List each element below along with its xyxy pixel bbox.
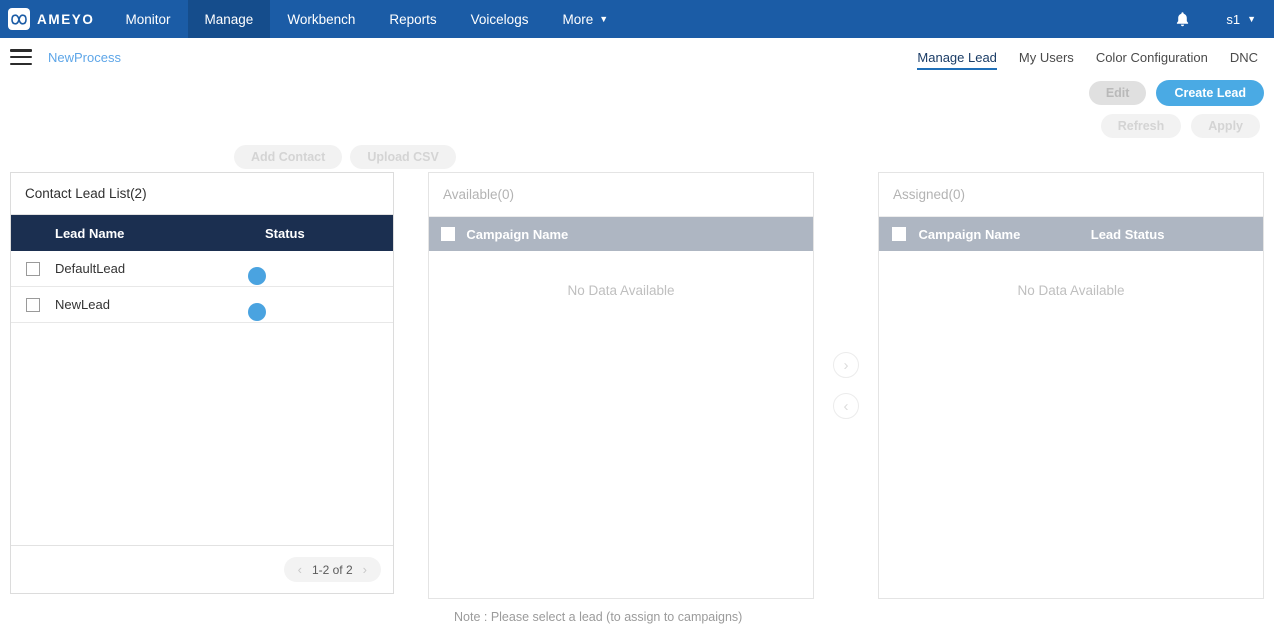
edit-button[interactable]: Edit <box>1088 80 1147 106</box>
create-lead-button[interactable]: Create Lead <box>1156 79 1264 107</box>
main-content: Contact Lead List(2) Lead Name Status De… <box>0 172 1274 599</box>
available-table-header: Campaign Name <box>429 217 813 251</box>
ameyo-infinity-logo-icon <box>8 8 30 30</box>
lead-table-footer: ‹ 1-2 of 2 › <box>11 545 393 593</box>
nav-item-workbench[interactable]: Workbench <box>270 0 372 38</box>
nav-item-label: More <box>562 11 594 27</box>
column-header-lead-status: Lead Status <box>1090 226 1165 242</box>
panel-title: Assigned(0) <box>879 173 1263 217</box>
nav-item-monitor[interactable]: Monitor <box>109 0 188 38</box>
select-all-checkbox[interactable] <box>891 227 906 241</box>
upload-csv-button[interactable]: Upload CSV <box>350 144 456 170</box>
primary-actions-row: Edit Create Lead <box>0 76 1274 110</box>
nav-item-label: Voicelogs <box>470 11 529 27</box>
nav-item-label: Reports <box>389 11 437 27</box>
tab-label: Manage Lead <box>917 49 997 65</box>
lead-table-header: Lead Name Status <box>11 215 393 251</box>
assigned-table-header: Campaign Name Lead Status <box>879 217 1263 251</box>
table-row[interactable]: NewLead <box>11 287 393 323</box>
nav-item-label: Manage <box>204 11 254 27</box>
tab-label: My Users <box>1018 49 1074 65</box>
add-contact-button[interactable]: Add Contact <box>234 144 343 170</box>
header-select-cell <box>429 227 466 241</box>
nav-item-label: Monitor <box>125 11 171 27</box>
secondary-actions-row: Refresh Apply <box>0 110 1274 142</box>
lead-table-body: DefaultLead NewLead <box>11 251 393 545</box>
tab-dnc[interactable]: DNC <box>1230 38 1258 76</box>
column-header-status: Status <box>265 225 305 241</box>
tab-manage-lead[interactable]: Manage Lead <box>917 38 997 76</box>
nav-item-more[interactable]: More ▼ <box>545 0 625 38</box>
campaign-transfer-area: Available(0) Campaign Name No Data Avail… <box>428 172 1264 599</box>
cell-lead-name: DefaultLead <box>55 261 126 276</box>
chevron-down-icon: ▼ <box>599 14 609 24</box>
topbar-right-group: s1 ▼ <box>1149 0 1274 38</box>
brand-name: AMEYO <box>37 11 95 27</box>
available-campaigns-panel: Available(0) Campaign Name No Data Avail… <box>428 172 814 599</box>
panel-title: Available(0) <box>429 173 813 217</box>
assigned-empty-state: No Data Available <box>1017 283 1125 298</box>
user-menu[interactable]: s1 ▼ <box>1216 12 1274 27</box>
tab-label: DNC <box>1229 49 1258 65</box>
panel-title: Contact Lead List(2) <box>11 173 393 215</box>
contact-lead-list-panel: Contact Lead List(2) Lead Name Status De… <box>10 172 394 594</box>
available-empty-state: No Data Available <box>567 283 675 298</box>
row-checkbox-cell <box>11 261 55 276</box>
contact-actions-row: Add Contact Upload CSV <box>0 142 1274 172</box>
nav-item-manage[interactable]: Manage <box>187 0 271 38</box>
column-header-lead-name: Lead Name <box>55 225 125 241</box>
brand-logo: AMEYO <box>0 0 109 38</box>
row-checkbox-cell <box>11 297 55 312</box>
assigned-campaigns-panel: Assigned(0) Campaign Name Lead Status No… <box>878 172 1264 599</box>
select-all-checkbox[interactable] <box>440 227 455 241</box>
hamburger-menu-icon[interactable] <box>10 49 32 65</box>
tab-label: Color Configuration <box>1095 49 1208 65</box>
user-name-label: s1 <box>1226 11 1241 27</box>
row-checkbox[interactable] <box>26 297 40 312</box>
header-select-cell <box>879 227 918 241</box>
pagination-prev-icon[interactable]: ‹ <box>298 562 302 577</box>
sub-tab-group: Manage Lead My Users Color Configuration… <box>917 38 1258 76</box>
apply-button[interactable]: Apply <box>1191 113 1260 139</box>
chevron-down-icon: ▼ <box>1247 14 1256 24</box>
unassign-left-button[interactable]: ‹ <box>833 393 859 419</box>
nav-item-reports[interactable]: Reports <box>372 0 453 38</box>
sub-navigation-bar: NewProcess Manage Lead My Users Color Co… <box>0 38 1274 76</box>
row-checkbox[interactable] <box>26 261 40 276</box>
transfer-controls: › ‹ <box>814 172 878 599</box>
pagination-next-icon[interactable]: › <box>363 562 367 577</box>
tab-color-configuration[interactable]: Color Configuration <box>1096 38 1208 76</box>
top-navigation-bar: AMEYO Monitor Manage Workbench Reports V… <box>0 0 1274 38</box>
column-header-campaign-name: Campaign Name <box>918 226 1021 242</box>
pagination-range-label: 1-2 of 2 <box>311 562 353 577</box>
column-header-campaign-name: Campaign Name <box>466 226 569 242</box>
tab-my-users[interactable]: My Users <box>1019 38 1074 76</box>
table-row[interactable]: DefaultLead <box>11 251 393 287</box>
assign-right-button[interactable]: › <box>833 352 859 378</box>
nav-item-voicelogs[interactable]: Voicelogs <box>454 0 546 38</box>
notification-bell-icon[interactable] <box>1149 11 1216 28</box>
breadcrumb[interactable]: NewProcess <box>48 50 121 65</box>
refresh-button[interactable]: Refresh <box>1100 113 1182 139</box>
footer-note: Note : Please select a lead (to assign t… <box>454 610 743 624</box>
nav-item-label: Workbench <box>287 11 356 27</box>
pagination-control: ‹ 1-2 of 2 › <box>283 557 381 582</box>
cell-lead-name: NewLead <box>55 297 110 312</box>
